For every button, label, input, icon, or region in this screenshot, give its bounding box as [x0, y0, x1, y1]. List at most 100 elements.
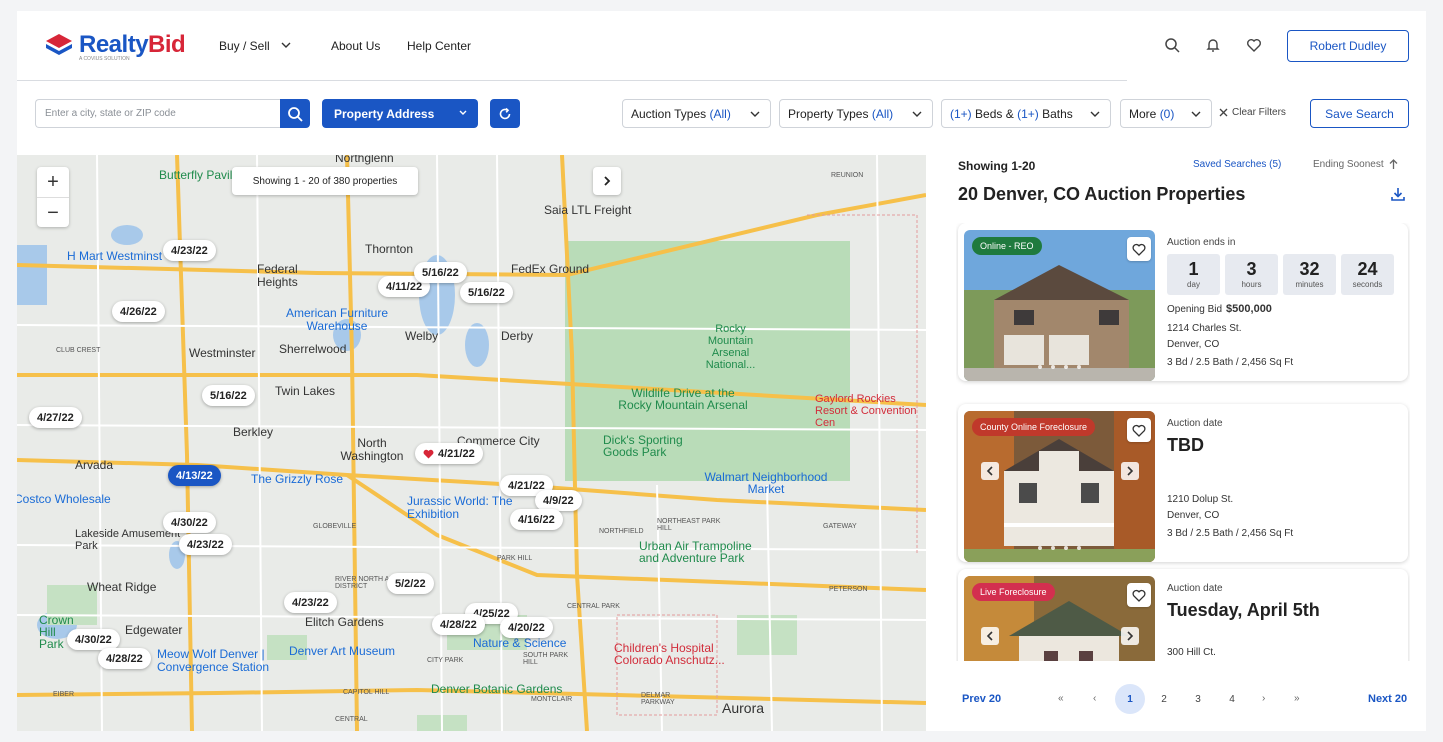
- zoom-in-button[interactable]: +: [37, 167, 69, 197]
- baths-label: Baths: [1042, 106, 1073, 121]
- baths-value: (1+): [1017, 106, 1039, 121]
- page-1-button[interactable]: 1: [1115, 684, 1145, 714]
- map-pin[interactable]: 4/23/22: [163, 240, 216, 261]
- map-label: MONTCLAIR: [531, 696, 573, 703]
- property-card[interactable]: Online - REO Auction ends in 1 day 3 hours…: [958, 223, 1408, 381]
- photo-prev-button[interactable]: [981, 627, 999, 645]
- map-label: Elitch Gardens: [305, 615, 384, 629]
- property-photo[interactable]: Live Foreclosure: [964, 576, 1155, 661]
- search-icon[interactable]: [1163, 36, 1181, 54]
- favorite-button[interactable]: [1127, 418, 1151, 442]
- page: RealtyBid A COVIUS SOLUTION Buy / Sell A…: [17, 11, 1426, 731]
- map-label: North Washington: [340, 436, 404, 463]
- map-pin[interactable]: 4/28/22: [98, 648, 151, 669]
- auction-type-badge: Live Foreclosure: [972, 583, 1055, 601]
- map-label: NORTHFIELD: [599, 528, 644, 535]
- property-map[interactable]: + − Showing 1 - 20 of 380 properties Nor…: [17, 155, 926, 731]
- chevron-down-icon: [750, 111, 760, 117]
- property-card[interactable]: County Online Foreclosure Auction date T…: [958, 404, 1408, 562]
- header-divider: [17, 80, 1127, 81]
- map-label: Federal Heights: [257, 262, 298, 289]
- auction-types-label: Auction Types: [631, 106, 707, 121]
- map-pin[interactable]: 4/30/22: [67, 629, 120, 650]
- map-pin[interactable]: 4/30/22: [163, 512, 216, 533]
- nav-buy-sell[interactable]: Buy / Sell: [219, 39, 296, 53]
- countdown-minutes: 32 minutes: [1283, 254, 1336, 295]
- user-account-button[interactable]: Robert Dudley: [1287, 30, 1409, 62]
- map-pin[interactable]: 4/27/22: [29, 407, 82, 428]
- photo-next-button[interactable]: [1121, 462, 1139, 480]
- clear-filters-button[interactable]: Clear Filters: [1219, 107, 1286, 118]
- map-pin[interactable]: 5/16/22: [414, 262, 467, 283]
- map-pin[interactable]: 4/23/22: [284, 592, 337, 613]
- next-20-link[interactable]: Next 20: [1368, 693, 1407, 705]
- property-types-dropdown[interactable]: Property Types (All): [779, 99, 933, 128]
- logo-icon: [46, 34, 72, 55]
- bell-icon[interactable]: [1204, 36, 1222, 54]
- map-pin-selected[interactable]: 4/13/22: [168, 465, 221, 486]
- favorite-button[interactable]: [1127, 583, 1151, 607]
- map-pin[interactable]: 4/9/22: [535, 490, 582, 511]
- search-mode-dropdown[interactable]: Property Address: [322, 99, 478, 128]
- zoom-out-button[interactable]: −: [37, 198, 69, 228]
- auction-date-label: Auction ends in: [1167, 237, 1236, 248]
- map-pin[interactable]: 5/16/22: [202, 385, 255, 406]
- beds-baths-dropdown[interactable]: (1+) Beds & (1+) Baths: [941, 99, 1111, 128]
- page-2-button[interactable]: 2: [1149, 684, 1179, 714]
- map-label: Gaylord Rockies Resort & Convention Cen: [815, 393, 917, 429]
- map-label: Jurassic World: The Exhibition: [407, 494, 513, 521]
- map-pin-favorite[interactable]: 4/21/22: [415, 443, 483, 464]
- map-label: Berkley: [233, 425, 274, 439]
- saved-searches-link[interactable]: Saved Searches (5): [1193, 159, 1281, 170]
- refresh-button[interactable]: [490, 99, 520, 128]
- more-filters-dropdown[interactable]: More (0): [1120, 99, 1212, 128]
- first-page-button[interactable]: «: [1058, 693, 1064, 704]
- page-3-button[interactable]: 3: [1183, 684, 1213, 714]
- map-label: Northglenn: [335, 155, 394, 165]
- location-search-input[interactable]: [35, 99, 282, 128]
- map-pin[interactable]: 4/16/22: [510, 509, 563, 530]
- auction-types-dropdown[interactable]: Auction Types (All): [622, 99, 771, 128]
- property-details: 3 Bd / 2.5 Bath / 2,456 Sq Ft: [1167, 357, 1294, 368]
- next-page-button[interactable]: ›: [1262, 693, 1265, 704]
- prev-20-link[interactable]: Prev 20: [962, 693, 1001, 705]
- nav-about-us[interactable]: About Us: [331, 39, 380, 53]
- arrow-up-icon: [1389, 159, 1398, 169]
- last-page-button[interactable]: »: [1294, 693, 1300, 704]
- property-info: Auction date TBD 1210 Dolup St. Denver, …: [1167, 418, 1401, 542]
- heart-icon[interactable]: [1245, 36, 1263, 54]
- chevron-down-icon: [281, 42, 291, 48]
- map-pin[interactable]: 4/26/22: [112, 301, 165, 322]
- map-pin[interactable]: 4/28/22: [432, 614, 485, 635]
- close-icon: [1219, 108, 1228, 117]
- photo-next-button[interactable]: [1121, 627, 1139, 645]
- nav-buy-sell-label: Buy / Sell: [219, 39, 270, 53]
- download-icon[interactable]: [1390, 186, 1406, 207]
- map-pin[interactable]: 4/23/22: [179, 534, 232, 555]
- map-label: American Furniture Warehouse: [285, 306, 389, 333]
- results-list[interactable]: Online - REO Auction ends in 1 day 3 hours…: [956, 223, 1410, 661]
- map-pin[interactable]: 5/2/22: [387, 573, 434, 594]
- favorite-button[interactable]: [1127, 237, 1151, 261]
- realtybid-logo[interactable]: RealtyBid A COVIUS SOLUTION: [45, 31, 186, 62]
- auction-date-value: TBD: [1167, 435, 1204, 455]
- map-pin[interactable]: 4/20/22: [500, 617, 553, 638]
- property-photo[interactable]: County Online Foreclosure: [964, 411, 1155, 562]
- sort-dropdown[interactable]: Ending Soonest: [1313, 159, 1398, 170]
- property-card[interactable]: Live Foreclosure Auction date Tuesday, A…: [958, 569, 1408, 661]
- search-button[interactable]: [280, 99, 310, 128]
- results-title: 20 Denver, CO Auction Properties: [958, 184, 1246, 204]
- prev-page-button[interactable]: ‹: [1093, 693, 1096, 704]
- map-pin[interactable]: 5/16/22: [460, 282, 513, 303]
- photo-prev-button[interactable]: [981, 462, 999, 480]
- save-search-button[interactable]: Save Search: [1310, 99, 1409, 128]
- property-photo[interactable]: Online - REO: [964, 230, 1155, 381]
- map-label: Dick's Sporting Goods Park: [603, 433, 683, 459]
- property-address: 1214 Charles St. Denver, CO 3 Bd / 2.5 B…: [1167, 321, 1401, 371]
- map-label: Walmart Neighborhood Market: [704, 470, 828, 496]
- map-next-button[interactable]: [593, 167, 621, 195]
- map-label: CAPITOL HILL: [343, 689, 390, 696]
- nav-help-center[interactable]: Help Center: [407, 39, 471, 53]
- page-4-button[interactable]: 4: [1217, 684, 1247, 714]
- city: Denver, CO: [1167, 510, 1220, 521]
